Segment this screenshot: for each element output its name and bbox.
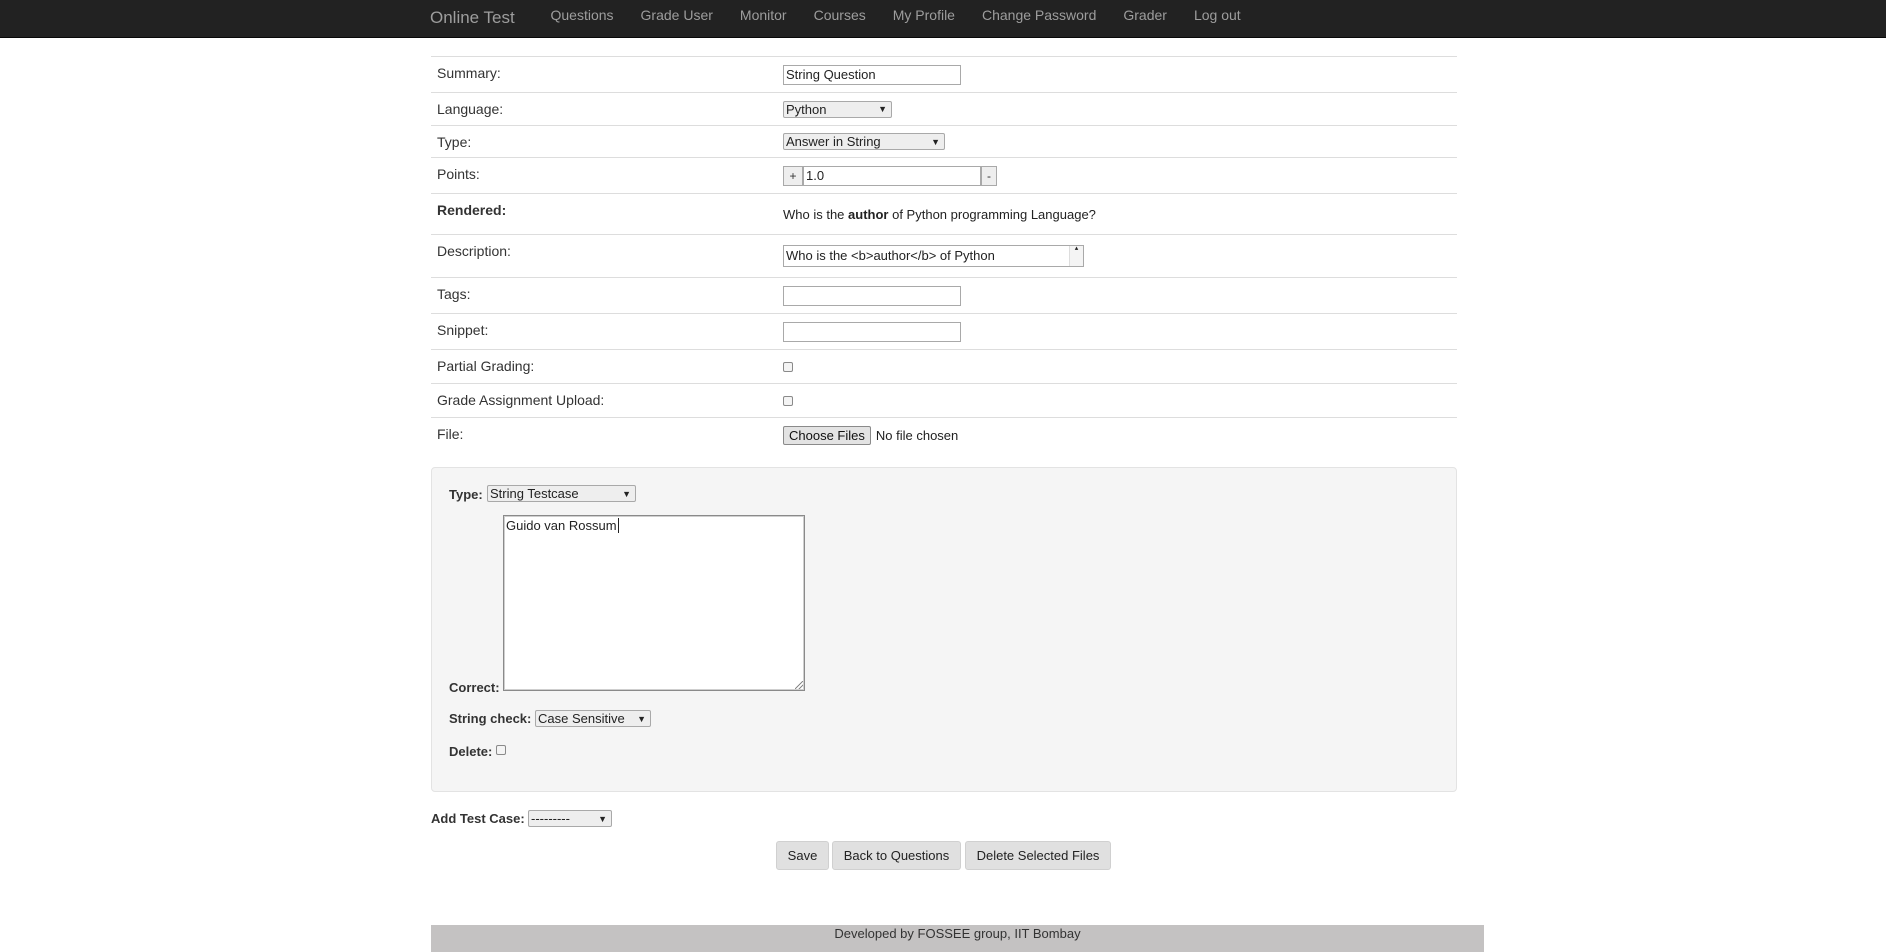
type-select[interactable]: Answer in String ▼	[783, 133, 945, 150]
choose-files-button[interactable]: Choose Files	[783, 425, 871, 445]
chevron-down-icon: ▼	[637, 713, 646, 724]
correct-label: Correct:	[449, 680, 500, 695]
string-check-select[interactable]: Case Sensitive ▼	[535, 710, 651, 727]
nav-my-profile[interactable]: My Profile	[879, 0, 968, 38]
points-decrement-button[interactable]: -	[981, 165, 997, 186]
description-label: Description:	[437, 243, 511, 259]
chevron-down-icon: ▼	[931, 136, 940, 147]
correct-answer-text: Guido van Rossum	[506, 518, 617, 533]
grade-assignment-upload-checkbox[interactable]	[783, 395, 793, 406]
testcase-panel: Type: String Testcase ▼ Correct: Guido v…	[431, 467, 1457, 792]
rendered-row: Rendered: Who is the author of Python pr…	[431, 194, 1457, 235]
snippet-row: Snippet:	[431, 314, 1457, 350]
tags-input[interactable]	[783, 285, 961, 306]
testcase-type-value: String Testcase	[490, 486, 579, 501]
chevron-down-icon: ▼	[878, 104, 887, 114]
footer-text: Developed by FOSSEE group, IIT Bombay	[834, 926, 1081, 941]
partial-grading-checkbox[interactable]	[783, 361, 793, 372]
nav-questions[interactable]: Questions	[537, 0, 627, 38]
language-row: Language: Python ▼	[431, 93, 1457, 126]
file-row: File: Choose Files No file chosen	[431, 418, 1457, 452]
description-row: Description: Who is the <b>author</b> of…	[431, 235, 1457, 278]
brand-link[interactable]: Online Test	[430, 8, 515, 28]
chevron-down-icon: ▼	[622, 488, 631, 499]
snippet-label: Snippet:	[437, 322, 489, 338]
partial-grading-row: Partial Grading:	[431, 350, 1457, 384]
grade-assignment-upload-row: Grade Assignment Upload:	[431, 384, 1457, 418]
nav-courses[interactable]: Courses	[800, 0, 879, 38]
nav-change-password[interactable]: Change Password	[968, 0, 1109, 38]
tags-row: Tags:	[431, 278, 1457, 314]
grade-assignment-upload-label: Grade Assignment Upload:	[437, 392, 605, 408]
summary-row: Summary:	[431, 57, 1457, 93]
description-text: Who is the <b>author</b> of Python	[786, 248, 995, 263]
nav-monitor[interactable]: Monitor	[726, 0, 800, 38]
question-form-table: Summary: Language: Python ▼ Type: Answer…	[431, 56, 1457, 452]
resize-handle[interactable]	[795, 681, 803, 689]
points-input[interactable]	[803, 165, 981, 186]
testcase-type-label: Type:	[449, 487, 483, 502]
save-button[interactable]: Save	[776, 841, 829, 870]
text-cursor	[617, 518, 619, 533]
string-check-value: Case Sensitive	[538, 711, 625, 726]
tags-label: Tags:	[437, 286, 471, 302]
rendered-text-bold: author	[848, 206, 889, 222]
type-label: Type:	[437, 134, 472, 150]
delete-testcase-checkbox[interactable]	[496, 745, 506, 755]
type-select-value: Answer in String	[786, 134, 881, 149]
add-test-case-label: Add Test Case:	[431, 811, 525, 826]
language-label: Language:	[437, 101, 504, 117]
top-navbar: Online Test Questions Grade User Monitor…	[0, 0, 1886, 38]
file-label: File:	[437, 426, 464, 442]
summary-label: Summary:	[437, 65, 501, 81]
snippet-input[interactable]	[783, 321, 961, 342]
rendered-label: Rendered:	[437, 202, 507, 218]
string-check-label: String check:	[449, 711, 532, 726]
rendered-text-after: of Python programming Language?	[888, 206, 1096, 222]
add-test-case-select[interactable]: --------- ▼	[528, 810, 612, 827]
points-label: Points:	[437, 166, 480, 182]
nav-grade-user[interactable]: Grade User	[627, 0, 726, 38]
file-status: No file chosen	[875, 427, 959, 443]
footer: Developed by FOSSEE group, IIT Bombay	[431, 925, 1484, 952]
description-textarea[interactable]: Who is the <b>author</b> of Python ▴	[783, 245, 1084, 267]
rendered-text-before: Who is the	[783, 206, 849, 222]
delete-label: Delete:	[449, 744, 493, 759]
type-row: Type: Answer in String ▼	[431, 126, 1457, 158]
points-increment-button[interactable]: +	[783, 165, 803, 186]
testcase-type-select[interactable]: String Testcase ▼	[487, 485, 636, 502]
language-select-value: Python	[786, 101, 827, 117]
nav-grader[interactable]: Grader	[1110, 0, 1181, 38]
scrollbar[interactable]: ▴	[1069, 246, 1083, 266]
partial-grading-label: Partial Grading:	[437, 358, 535, 374]
add-test-case-value: ---------	[531, 811, 570, 826]
correct-answer-textarea[interactable]: Guido van Rossum	[503, 515, 805, 691]
nav-links: Questions Grade User Monitor Courses My …	[537, 0, 1254, 38]
language-select[interactable]: Python ▼	[783, 100, 892, 118]
delete-selected-files-button[interactable]: Delete Selected Files	[965, 841, 1111, 870]
back-to-questions-button[interactable]: Back to Questions	[832, 841, 961, 870]
summary-input[interactable]	[783, 64, 961, 85]
nav-log-out[interactable]: Log out	[1180, 0, 1254, 38]
points-row: Points: + -	[431, 158, 1457, 194]
chevron-down-icon: ▼	[598, 813, 607, 824]
